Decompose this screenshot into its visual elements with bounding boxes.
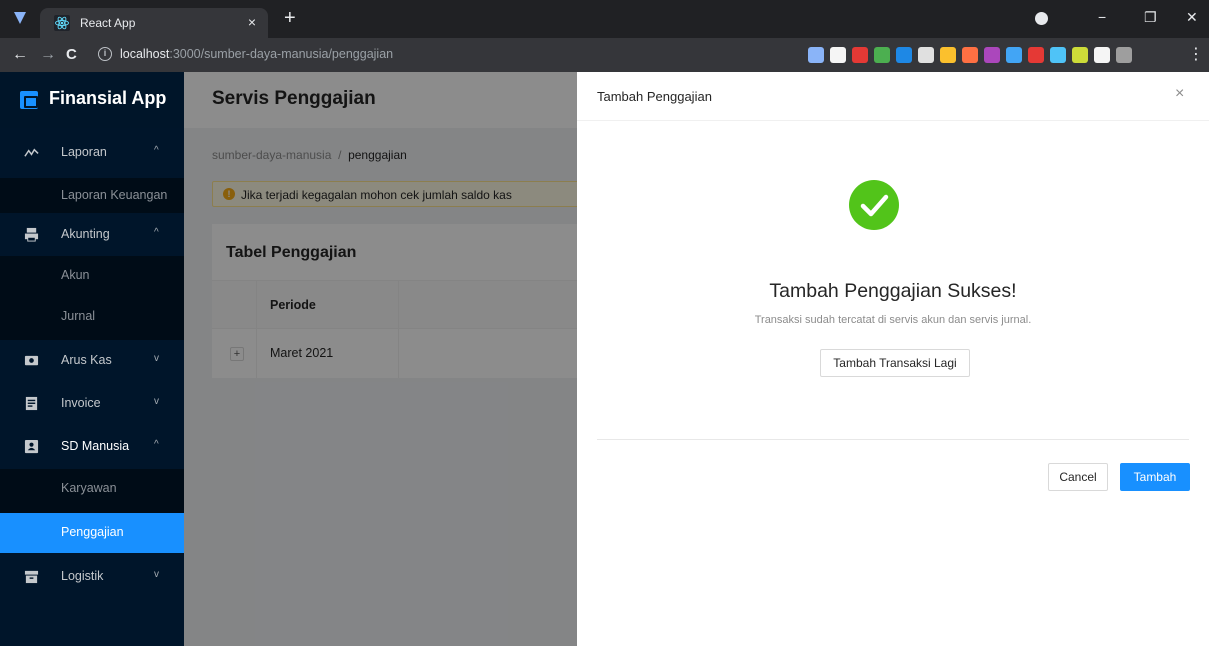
app-logo-icon xyxy=(20,91,38,109)
address-bar[interactable]: i localhost:3000/sumber-daya-manusia/pen… xyxy=(92,42,782,68)
extension-icon[interactable] xyxy=(940,47,956,63)
brand[interactable]: Finansial App xyxy=(0,72,184,128)
extension-icon[interactable] xyxy=(962,47,978,63)
sidebar-item-label: Karyawan xyxy=(61,481,117,495)
sidebar-item-label: Logistik xyxy=(61,569,104,583)
chevron-up-icon: ^ xyxy=(154,227,159,238)
chevron-down-icon: v xyxy=(154,569,159,580)
sidebar-item-label: SD Manusia xyxy=(61,439,130,453)
profile-indicator-icon[interactable] xyxy=(1035,12,1048,25)
sidebar-item-label: Laporan Keuangan xyxy=(61,188,168,202)
maximize-button[interactable]: ❐ xyxy=(1144,8,1157,26)
submenu-sd-manusia: Karyawan Penggajian xyxy=(0,469,184,553)
result-subtitle: Transaksi sudah tercatat di servis akun … xyxy=(754,314,1032,326)
sidebar: Finansial App Laporan ^ Laporan Keuangan… xyxy=(0,72,184,646)
sidebar-item-label: Laporan xyxy=(61,145,107,159)
chevron-down-icon: v xyxy=(154,396,159,407)
extension-icon[interactable] xyxy=(1028,47,1044,63)
sidebar-item-laporan[interactable]: Laporan ^ xyxy=(0,133,184,173)
extension-icon[interactable] xyxy=(896,47,912,63)
sidebar-item-laporan-keuangan[interactable]: Laporan Keuangan xyxy=(0,178,184,213)
sidebar-item-label: Invoice xyxy=(61,396,101,410)
extension-icon[interactable] xyxy=(1094,47,1110,63)
close-icon[interactable]: × xyxy=(1175,85,1184,103)
sidebar-item-jurnal[interactable]: Jurnal xyxy=(0,297,184,337)
url-host: localhost xyxy=(120,47,170,61)
tab-title: React App xyxy=(80,16,136,30)
reload-icon[interactable]: C xyxy=(66,46,77,64)
cancel-button[interactable]: Cancel xyxy=(1048,463,1108,491)
check-circle-icon xyxy=(849,180,899,230)
browser-logo-icon xyxy=(14,12,26,24)
tab-close-icon[interactable]: × xyxy=(248,14,256,30)
chevron-up-icon: ^ xyxy=(154,439,159,450)
sidebar-item-sd-manusia[interactable]: SD Manusia ^ xyxy=(0,427,184,467)
submenu-akunting: Akun Jurnal xyxy=(0,256,184,340)
browser-tabbar: React App × + − ❐ ✕ xyxy=(0,0,1209,38)
drawer-header: Tambah Penggajian × xyxy=(577,72,1209,121)
extension-icon[interactable] xyxy=(984,47,1000,63)
extension-icon[interactable] xyxy=(1072,47,1088,63)
extension-icon[interactable] xyxy=(874,47,890,63)
sidebar-item-logistik[interactable]: Logistik v xyxy=(0,557,184,597)
new-tab-button[interactable]: + xyxy=(284,8,296,28)
sidebar-item-karyawan[interactable]: Karyawan xyxy=(0,469,184,509)
box-icon xyxy=(24,570,39,584)
site-info-icon[interactable]: i xyxy=(98,47,112,61)
sidebar-item-label: Akunting xyxy=(61,227,110,241)
extension-icon[interactable] xyxy=(830,47,846,63)
extension-icon[interactable] xyxy=(1006,47,1022,63)
forward-arrow-icon[interactable]: → xyxy=(40,46,56,64)
extension-icon[interactable] xyxy=(852,47,868,63)
chevron-up-icon: ^ xyxy=(154,145,159,156)
url-text: localhost:3000/sumber-daya-manusia/pengg… xyxy=(120,47,393,61)
extension-icon[interactable] xyxy=(1116,47,1132,63)
submit-button[interactable]: Tambah xyxy=(1120,463,1190,491)
printer-icon xyxy=(24,227,39,242)
invoice-icon xyxy=(25,396,38,411)
minimize-button[interactable]: − xyxy=(1098,8,1106,26)
chevron-down-icon: v xyxy=(154,353,159,364)
result-title: Tambah Penggajian Sukses! xyxy=(769,280,1017,302)
sidebar-item-penggajian[interactable]: Penggajian xyxy=(0,513,184,553)
add-again-button[interactable]: Tambah Transaksi Lagi xyxy=(820,349,970,377)
back-arrow-icon[interactable]: ← xyxy=(12,46,28,64)
sidebar-item-akun[interactable]: Akun xyxy=(0,256,184,296)
sidebar-item-label: Penggajian xyxy=(61,525,124,539)
sidebar-item-akunting[interactable]: Akunting ^ xyxy=(0,215,184,255)
id-card-icon xyxy=(24,439,39,454)
url-path: :3000/sumber-daya-manusia/penggajian xyxy=(169,47,394,61)
react-favicon-icon xyxy=(54,15,70,31)
divider xyxy=(597,439,1189,440)
sidebar-item-label: Arus Kas xyxy=(61,353,112,367)
browser-menu-icon[interactable]: ⋮ xyxy=(1188,46,1204,64)
extension-icon[interactable] xyxy=(1050,47,1066,63)
sidebar-item-label: Akun xyxy=(61,268,90,282)
brand-name: Finansial App xyxy=(49,88,167,108)
sidebar-item-invoice[interactable]: Invoice v xyxy=(0,384,184,424)
extension-icon[interactable] xyxy=(808,47,824,63)
extension-icon[interactable] xyxy=(918,47,934,63)
submenu-laporan: Laporan Keuangan xyxy=(0,178,184,213)
drawer-title: Tambah Penggajian xyxy=(597,89,712,104)
money-icon xyxy=(24,355,39,366)
drawer: Tambah Penggajian × Tambah Penggajian Su… xyxy=(577,72,1209,646)
sidebar-item-arus-kas[interactable]: Arus Kas v xyxy=(0,341,184,381)
chart-line-icon xyxy=(24,148,39,157)
sidebar-item-label: Jurnal xyxy=(61,309,96,323)
close-window-button[interactable]: ✕ xyxy=(1186,8,1198,26)
browser-tab[interactable]: React App × xyxy=(40,8,268,38)
